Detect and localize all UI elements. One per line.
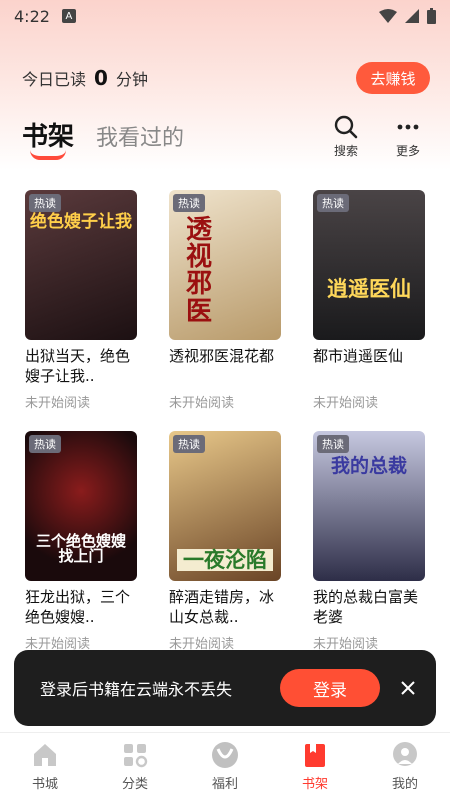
cover-title-art: 我的总裁 — [330, 455, 407, 477]
shelf-tabs: 书架 我看过的 搜索 更多 — [22, 112, 434, 162]
search-button[interactable]: 搜索 — [322, 114, 370, 159]
book-status: 未开始阅读 — [169, 396, 235, 411]
close-icon[interactable] — [398, 678, 418, 698]
reading-minutes: 0 — [94, 66, 108, 90]
hot-badge: 热读 — [29, 194, 61, 212]
book-cover[interactable]: 热读 逍遥医仙 — [313, 190, 425, 340]
book-status: 未开始阅读 — [25, 396, 91, 411]
nav-profile[interactable]: 我的 — [360, 733, 450, 800]
nav-label: 福利 — [211, 777, 238, 792]
signal-icon — [405, 9, 419, 23]
book-title: 我的总裁白富美老婆 — [313, 588, 419, 626]
profile-icon — [393, 742, 417, 766]
search-icon — [334, 115, 358, 139]
bookshelf-icon — [305, 744, 325, 767]
hot-badge: 热读 — [173, 435, 205, 453]
cover-title-art: 逍遥医仙 — [327, 276, 411, 301]
battery-icon — [427, 8, 436, 24]
login-button[interactable]: 登录 — [280, 669, 380, 707]
toast-message: 登录后书籍在云端永不丢失 — [40, 680, 233, 699]
book-title: 醉酒走错房，冰山女总裁.. — [169, 588, 275, 626]
reading-suffix: 分钟 — [115, 70, 148, 89]
nav-label: 书架 — [301, 777, 328, 792]
search-label: 搜索 — [333, 144, 358, 158]
book-item[interactable]: 热读 一夜沦陷 醉酒走错房，冰山女总裁.. 未开始阅读 — [169, 431, 281, 652]
home-icon — [34, 744, 56, 766]
book-cover[interactable]: 热读 绝色嫂子让我 — [25, 190, 137, 340]
book-cover[interactable]: 热读 一夜沦陷 — [169, 431, 281, 581]
nav-label: 书城 — [31, 777, 58, 792]
nav-label: 我的 — [391, 777, 418, 792]
book-item[interactable]: 热读 透视邪医 透视邪医混花都 未开始阅读 — [169, 190, 281, 411]
book-title: 透视邪医混花都 — [169, 347, 275, 365]
more-icon — [397, 124, 419, 130]
cover-title-art: 透视邪医 — [185, 214, 212, 327]
tab-active-indicator — [30, 150, 66, 160]
book-item[interactable]: 热读 三个绝色嫂嫂找上门 狂龙出狱，三个绝色嫂嫂.. 未开始阅读 — [25, 431, 137, 652]
earn-money-button[interactable]: 去赚钱 — [356, 62, 430, 94]
status-time: 4:22 — [14, 6, 50, 26]
hot-badge: 热读 — [29, 435, 61, 453]
hot-badge: 热读 — [173, 194, 205, 212]
nav-label: 分类 — [121, 777, 148, 792]
book-title: 狂龙出狱，三个绝色嫂嫂.. — [25, 588, 131, 626]
hot-badge: 热读 — [317, 194, 349, 212]
cover-title-art: 一夜沦陷 — [177, 549, 273, 571]
book-title: 都市逍遥医仙 — [313, 347, 404, 365]
status-bar: 4:22 A — [0, 0, 450, 32]
tab-bookshelf[interactable]: 书架 — [22, 116, 74, 153]
book-item[interactable]: 热读 逍遥医仙 都市逍遥医仙 未开始阅读 — [313, 190, 425, 411]
book-item[interactable]: 热读 绝色嫂子让我 出狱当天，绝色嫂子让我.. 未开始阅读 — [25, 190, 137, 411]
book-cover[interactable]: 热读 我的总裁 — [313, 431, 425, 581]
book-cover[interactable]: 热读 透视邪医 — [169, 190, 281, 340]
book-title: 出狱当天，绝色嫂子让我.. — [25, 347, 131, 385]
book-item[interactable]: 热读 我的总裁 我的总裁白富美老婆 未开始阅读 — [313, 431, 425, 652]
gift-icon — [212, 742, 238, 768]
book-status: 未开始阅读 — [313, 396, 379, 411]
hot-badge: 热读 — [317, 435, 349, 453]
tab-history[interactable]: 我看过的 — [96, 120, 184, 152]
nav-category[interactable]: 分类 — [90, 733, 180, 800]
more-button[interactable]: 更多 — [384, 114, 432, 159]
category-icon — [124, 744, 148, 768]
reading-time-row: 今日已读 0 分钟 去赚钱 — [22, 62, 430, 94]
wifi-icon — [379, 9, 397, 23]
more-label: 更多 — [395, 144, 420, 158]
book-cover[interactable]: 热读 三个绝色嫂嫂找上门 — [25, 431, 137, 581]
bottom-nav: 书城 分类 福利 书架 我的 — [0, 732, 450, 800]
notification-icon: A — [61, 9, 76, 23]
reading-prefix: 今日已读 — [22, 70, 87, 89]
nav-bookshelf[interactable]: 书架 — [270, 733, 360, 800]
cover-title-art: 绝色嫂子让我 — [30, 212, 132, 232]
nav-welfare[interactable]: 福利 — [180, 733, 270, 800]
nav-bookstore[interactable]: 书城 — [0, 733, 90, 800]
cover-title-art: 三个绝色嫂嫂找上门 — [35, 531, 126, 566]
login-toast: 登录后书籍在云端永不丢失 登录 — [14, 650, 436, 726]
